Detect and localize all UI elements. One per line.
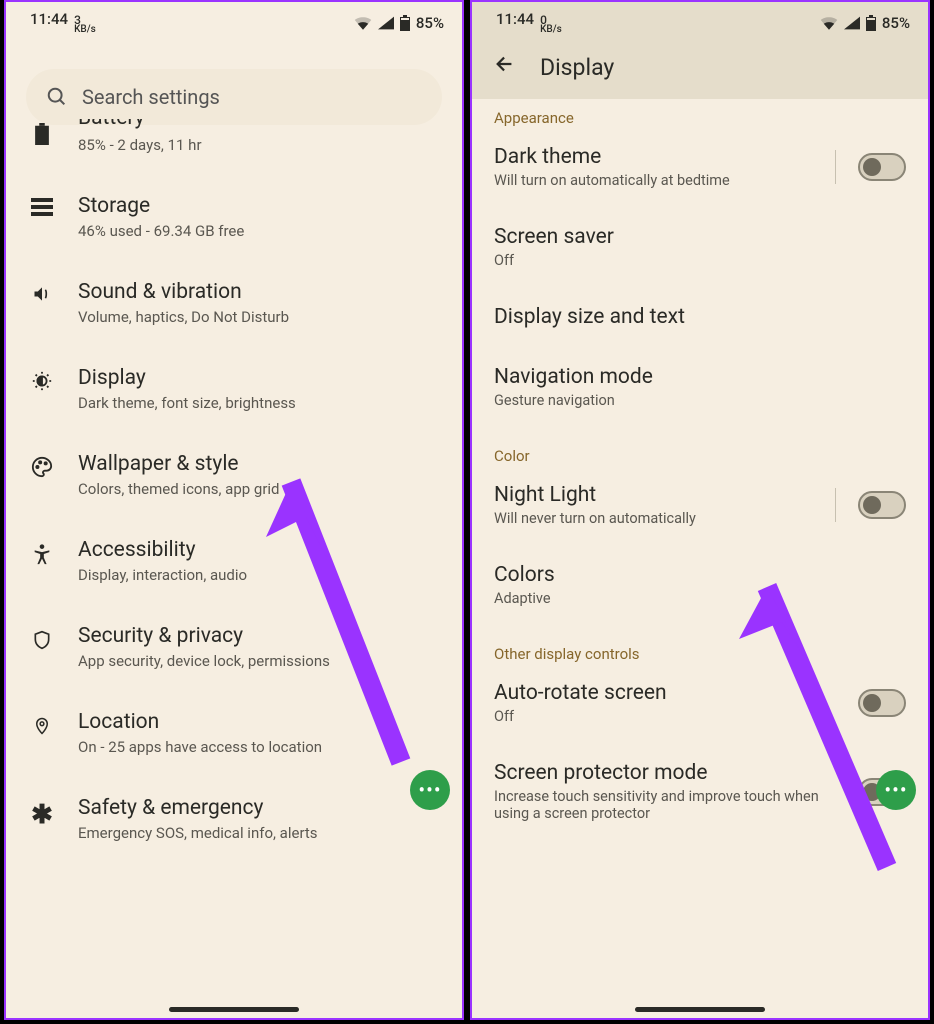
battery-icon	[28, 119, 56, 145]
display-settings-screen: 11:44 0KB/s 85% Display Appearance Dark …	[470, 0, 930, 1020]
dots-icon: •••	[884, 778, 907, 802]
auto-rotate-toggle[interactable]	[858, 689, 906, 717]
status-time: 11:44	[496, 10, 534, 28]
storage-icon	[28, 194, 56, 216]
wifi-icon	[820, 16, 838, 30]
status-icons: 85%	[354, 14, 444, 32]
settings-item-security[interactable]: Security & privacy App security, device …	[6, 604, 462, 690]
row-sub: Volume, haptics, Do Not Disturb	[78, 308, 442, 326]
pref-title: Auto-rotate screen	[494, 681, 846, 705]
pref-title: Screen protector mode	[494, 761, 846, 785]
settings-list: Battery 85% - 2 days, 11 hr Storage 46% …	[6, 113, 462, 862]
pref-dark-theme[interactable]: Dark theme Will turn on automatically at…	[472, 127, 928, 207]
section-other: Other display controls	[472, 625, 928, 663]
settings-item-safety[interactable]: ✱ Safety & emergency Emergency SOS, medi…	[6, 776, 462, 862]
row-sub: Emergency SOS, medical info, alerts	[78, 824, 442, 842]
nav-handle[interactable]	[169, 1007, 299, 1012]
status-kbs: 0KB/s	[540, 15, 562, 35]
pref-sub: Increase touch sensitivity and improve t…	[494, 788, 834, 822]
pref-sub: Gesture navigation	[494, 392, 834, 409]
pref-sub: Will turn on automatically at bedtime	[494, 172, 823, 189]
dots-icon: •••	[418, 778, 441, 802]
settings-item-storage[interactable]: Storage 46% used - 69.34 GB free	[6, 174, 462, 260]
row-title: Display	[78, 366, 442, 390]
pref-title: Display size and text	[494, 305, 906, 329]
battery-percent: 85%	[882, 14, 910, 32]
display-header: Display	[472, 39, 928, 99]
pref-colors[interactable]: Colors Adaptive	[472, 545, 928, 625]
row-sub: 46% used - 69.34 GB free	[78, 222, 442, 240]
row-title: Security & privacy	[78, 624, 442, 648]
row-title: Safety & emergency	[78, 796, 442, 820]
status-bar: 11:44 0KB/s 85%	[472, 2, 928, 39]
battery-icon	[400, 15, 410, 31]
status-icons: 85%	[820, 14, 910, 32]
row-sub: App security, device lock, permissions	[78, 652, 442, 670]
pref-navigation-mode[interactable]: Navigation mode Gesture navigation	[472, 347, 928, 427]
pref-auto-rotate[interactable]: Auto-rotate screen Off	[472, 663, 928, 743]
settings-item-wallpaper[interactable]: Wallpaper & style Colors, themed icons, …	[6, 432, 462, 518]
fab-more[interactable]: •••	[876, 770, 916, 810]
pref-title: Navigation mode	[494, 365, 906, 389]
row-title: Accessibility	[78, 538, 442, 562]
battery-percent: 85%	[416, 14, 444, 32]
status-bar: 11:44 3KB/s 85%	[6, 2, 462, 39]
divider	[835, 488, 836, 522]
pref-title: Dark theme	[494, 145, 823, 169]
back-button[interactable]	[494, 53, 516, 81]
row-sub: Dark theme, font size, brightness	[78, 394, 442, 412]
nav-handle[interactable]	[635, 1007, 765, 1012]
row-title: Sound & vibration	[78, 280, 442, 304]
shield-icon	[28, 624, 56, 652]
pref-title: Colors	[494, 563, 906, 587]
pref-night-light[interactable]: Night Light Will never turn on automatic…	[472, 465, 928, 545]
dark-theme-toggle[interactable]	[858, 153, 906, 181]
pref-sub: Adaptive	[494, 590, 834, 607]
row-title: Storage	[78, 194, 442, 218]
fab-more[interactable]: •••	[410, 770, 450, 810]
settings-item-battery[interactable]: Battery 85% - 2 days, 11 hr	[6, 115, 462, 174]
row-sub: On - 25 apps have access to location	[78, 738, 442, 756]
row-sub: Display, interaction, audio	[78, 566, 442, 584]
location-icon	[28, 710, 56, 738]
pref-screen-saver[interactable]: Screen saver Off	[472, 207, 928, 287]
palette-icon	[28, 452, 56, 478]
accessibility-icon	[28, 538, 56, 566]
settings-item-location[interactable]: Location On - 25 apps have access to loc…	[6, 690, 462, 776]
pref-title: Night Light	[494, 483, 823, 507]
divider	[835, 150, 836, 184]
search-placeholder: Search settings	[82, 85, 220, 109]
search-icon	[46, 86, 68, 108]
settings-main-screen: 11:44 3KB/s 85% Search settings Battery …	[4, 0, 464, 1020]
night-light-toggle[interactable]	[858, 491, 906, 519]
status-kbs: 3KB/s	[74, 15, 96, 35]
section-appearance: Appearance	[472, 99, 928, 127]
signal-icon	[378, 16, 394, 30]
settings-item-accessibility[interactable]: Accessibility Display, interaction, audi…	[6, 518, 462, 604]
arrow-left-icon	[494, 53, 516, 75]
sound-icon	[28, 280, 56, 304]
row-title: Battery	[78, 119, 145, 130]
settings-item-display[interactable]: Display Dark theme, font size, brightnes…	[6, 346, 462, 432]
pref-sub: Off	[494, 708, 834, 725]
wifi-icon	[354, 16, 372, 30]
pref-title: Screen saver	[494, 225, 906, 249]
section-color: Color	[472, 427, 928, 465]
asterisk-icon: ✱	[28, 796, 56, 830]
row-title: Wallpaper & style	[78, 452, 442, 476]
row-sub: Colors, themed icons, app grid	[78, 480, 442, 498]
row-sub: 85% - 2 days, 11 hr	[78, 136, 442, 154]
pref-display-size[interactable]: Display size and text	[472, 287, 928, 347]
status-time: 11:44	[30, 10, 68, 28]
pref-sub: Off	[494, 252, 834, 269]
page-title: Display	[540, 54, 614, 81]
battery-icon	[866, 15, 876, 31]
row-title: Location	[78, 710, 442, 734]
pref-sub: Will never turn on automatically	[494, 510, 823, 527]
settings-item-sound[interactable]: Sound & vibration Volume, haptics, Do No…	[6, 260, 462, 346]
display-icon	[28, 366, 56, 392]
signal-icon	[844, 16, 860, 30]
pref-screen-protector[interactable]: Screen protector mode Increase touch sen…	[472, 743, 928, 840]
